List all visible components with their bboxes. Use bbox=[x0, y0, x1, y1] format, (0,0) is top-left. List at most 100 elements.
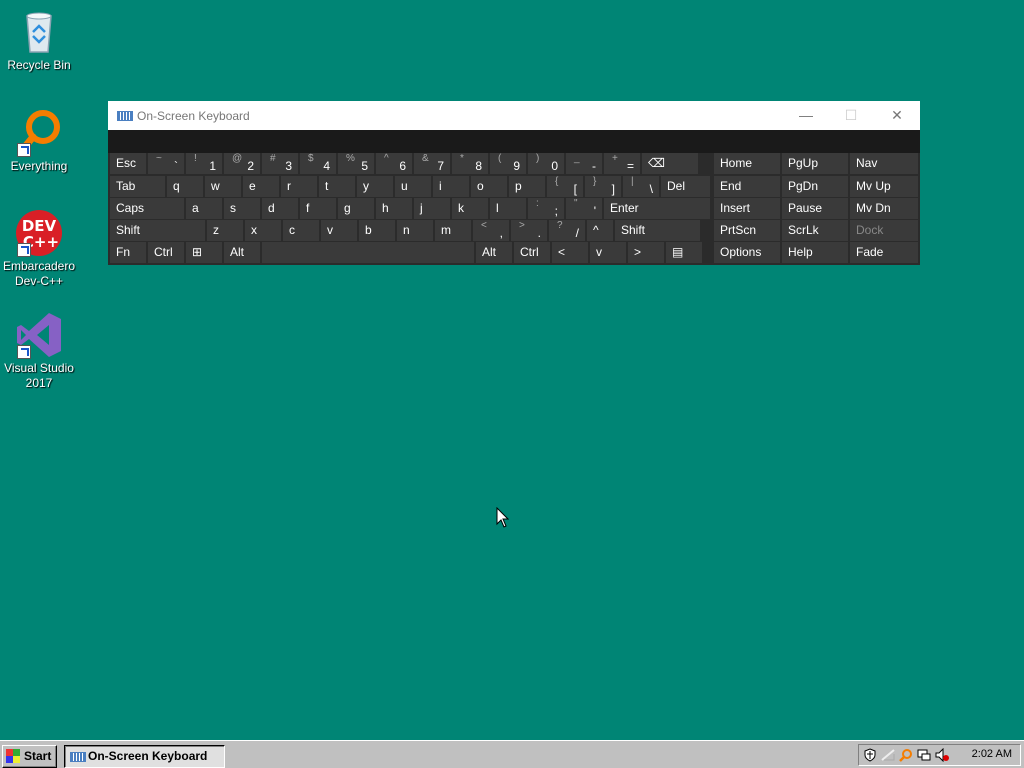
key-label: \ bbox=[649, 182, 653, 196]
key-\[interactable]: | \ bbox=[623, 176, 659, 197]
network-icon[interactable] bbox=[917, 748, 931, 762]
key-4[interactable]: $4 bbox=[300, 153, 336, 174]
key-`[interactable]: ~ ` bbox=[148, 153, 184, 174]
right-arrow-key[interactable]: > bbox=[628, 242, 664, 263]
key-i[interactable]: i bbox=[433, 176, 469, 197]
desktop-icon-recycle-bin[interactable]: Recycle Bin bbox=[0, 8, 78, 73]
key-del[interactable]: Del bbox=[661, 176, 710, 197]
left-arrow-key[interactable]: < bbox=[552, 242, 588, 263]
key-dock[interactable]: Dock bbox=[850, 220, 918, 241]
key-3[interactable]: #3 bbox=[262, 153, 298, 174]
key-h[interactable]: h bbox=[376, 198, 412, 219]
space-key[interactable] bbox=[262, 242, 474, 263]
key-j[interactable]: j bbox=[414, 198, 450, 219]
shield-icon[interactable] bbox=[863, 748, 877, 762]
key-q[interactable]: q bbox=[167, 176, 203, 197]
volume-muted-icon[interactable] bbox=[935, 747, 949, 763]
key-end[interactable]: End bbox=[714, 176, 780, 197]
key-s[interactable]: s bbox=[224, 198, 260, 219]
key-esc[interactable]: Esc bbox=[110, 153, 146, 174]
key--[interactable]: _ - bbox=[566, 153, 602, 174]
key-ctrl[interactable]: Ctrl bbox=[514, 242, 550, 263]
desktop-icon-everything[interactable]: Everything bbox=[0, 109, 78, 174]
maximize-button[interactable]: ☐ bbox=[836, 105, 866, 125]
key-home[interactable]: Home bbox=[714, 153, 780, 174]
key-x[interactable]: x bbox=[245, 220, 281, 241]
key-mv-up[interactable]: Mv Up bbox=[850, 176, 918, 197]
key-.[interactable]: >. bbox=[511, 220, 547, 241]
taskbar-item-on-screen-keyboard[interactable]: On-Screen Keyboard bbox=[64, 745, 225, 768]
network-disabled-icon[interactable] bbox=[881, 748, 895, 762]
key-m[interactable]: m bbox=[435, 220, 471, 241]
key-insert[interactable]: Insert bbox=[714, 198, 780, 219]
key-,[interactable]: <, bbox=[473, 220, 509, 241]
key-b[interactable]: b bbox=[359, 220, 395, 241]
everything-search-icon[interactable] bbox=[899, 748, 913, 762]
key-z[interactable]: z bbox=[207, 220, 243, 241]
key-mv-dn[interactable]: Mv Dn bbox=[850, 198, 918, 219]
key-k[interactable]: k bbox=[452, 198, 488, 219]
key-fade[interactable]: Fade bbox=[850, 242, 918, 263]
key-y[interactable]: y bbox=[357, 176, 393, 197]
key-tab[interactable]: Tab bbox=[110, 176, 165, 197]
close-button[interactable]: ✕ bbox=[882, 105, 912, 125]
key-shift[interactable]: Shift bbox=[110, 220, 205, 241]
key-g[interactable]: g bbox=[338, 198, 374, 219]
key-6[interactable]: ^ 6 bbox=[376, 153, 412, 174]
down-arrow-key[interactable]: v bbox=[321, 220, 357, 241]
key-e[interactable]: e bbox=[243, 176, 279, 197]
down-arrow-key[interactable]: v bbox=[590, 242, 626, 263]
key-alt[interactable]: Alt bbox=[224, 242, 260, 263]
key-5[interactable]: % 5 bbox=[338, 153, 374, 174]
minimize-button[interactable]: — bbox=[791, 105, 821, 125]
key-t[interactable]: t bbox=[319, 176, 355, 197]
key-caps[interactable]: Caps bbox=[110, 198, 184, 219]
key-7[interactable]: & 7 bbox=[414, 153, 450, 174]
key-f[interactable]: f bbox=[300, 198, 336, 219]
key-8[interactable]: * 8 bbox=[452, 153, 488, 174]
key-=[interactable]: + = bbox=[604, 153, 640, 174]
up-arrow-key[interactable]: ^ bbox=[587, 220, 613, 241]
start-button[interactable]: Start bbox=[2, 745, 57, 768]
key-pgdn[interactable]: PgDn bbox=[782, 176, 848, 197]
window-titlebar[interactable]: On-Screen Keyboard — ☐ ✕ bbox=[108, 101, 920, 130]
key-prtscn[interactable]: PrtScn bbox=[714, 220, 780, 241]
key-c[interactable]: c bbox=[283, 220, 319, 241]
key-u[interactable]: u bbox=[395, 176, 431, 197]
key-pause[interactable]: Pause bbox=[782, 198, 848, 219]
key-alt[interactable]: Alt bbox=[476, 242, 512, 263]
key-fn[interactable]: Fn bbox=[110, 242, 146, 263]
key-l[interactable]: l bbox=[490, 198, 526, 219]
key-][interactable]: }] bbox=[585, 176, 621, 197]
key-a[interactable]: a bbox=[186, 198, 222, 219]
key-enter[interactable]: Enter bbox=[604, 198, 710, 219]
clock[interactable]: 2:02 AM bbox=[972, 748, 1012, 760]
key-ctrl[interactable]: Ctrl bbox=[148, 242, 184, 263]
shortcut-arrow-icon bbox=[17, 143, 31, 157]
backspace-key[interactable]: ⌫ bbox=[642, 153, 698, 174]
key-nav[interactable]: Nav bbox=[850, 153, 918, 174]
key-shift[interactable]: Shift bbox=[615, 220, 700, 241]
key-help[interactable]: Help bbox=[782, 242, 848, 263]
windows-key[interactable]: ⊞ bbox=[186, 242, 222, 263]
key-d[interactable]: d bbox=[262, 198, 298, 219]
key-scrlk[interactable]: ScrLk bbox=[782, 220, 848, 241]
key-p[interactable]: p bbox=[509, 176, 545, 197]
key-1[interactable]: ! 1 bbox=[186, 153, 222, 174]
key-9[interactable]: (9 bbox=[490, 153, 526, 174]
key-0[interactable]: ) 0 bbox=[528, 153, 564, 174]
key-options[interactable]: Options bbox=[714, 242, 780, 263]
key-pgup[interactable]: PgUp bbox=[782, 153, 848, 174]
desktop-icon-devcpp[interactable]: DEV C++ Embarcadero Dev-C++ bbox=[0, 209, 78, 289]
desktop-icon-visual-studio[interactable]: Visual Studio 2017 bbox=[0, 311, 78, 391]
key-w[interactable]: w bbox=[205, 176, 241, 197]
menu-key[interactable]: ▤ bbox=[666, 242, 702, 263]
key-/[interactable]: ? / bbox=[549, 220, 585, 241]
key-2[interactable]: @2 bbox=[224, 153, 260, 174]
key-'[interactable]: " ' bbox=[566, 198, 602, 219]
key-[[interactable]: {[ bbox=[547, 176, 583, 197]
key-r[interactable]: r bbox=[281, 176, 317, 197]
key-o[interactable]: o bbox=[471, 176, 507, 197]
key-;[interactable]: :; bbox=[528, 198, 564, 219]
key-n[interactable]: n bbox=[397, 220, 433, 241]
